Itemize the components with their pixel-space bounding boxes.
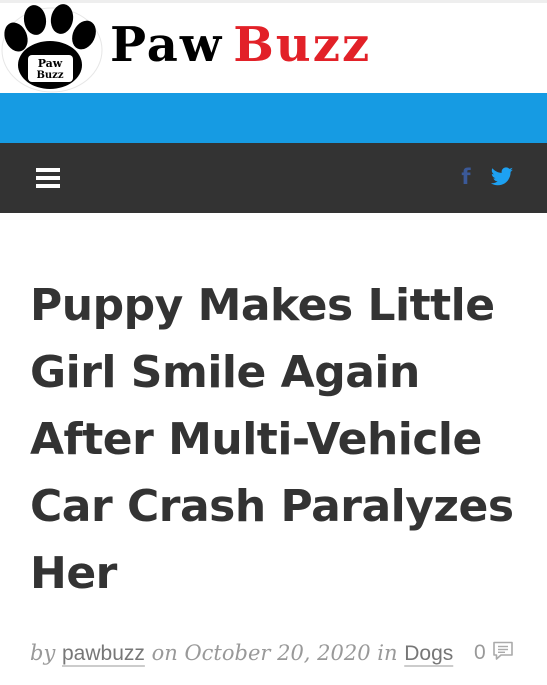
hamburger-menu-icon[interactable] xyxy=(36,168,60,188)
byline-in: in xyxy=(377,641,398,665)
comments-link[interactable]: 0 xyxy=(474,636,514,670)
article-title: Puppy Makes Little Girl Smile Again Afte… xyxy=(30,280,514,599)
menu-bar xyxy=(36,184,60,188)
site-header: Paw Buzz Paw Buzz xyxy=(0,3,547,93)
logo-badge-text-2: Buzz xyxy=(36,70,63,81)
blue-banner-band xyxy=(0,93,547,143)
publish-date: October 20, 2020 xyxy=(184,641,371,665)
comment-count: 0 xyxy=(474,641,486,664)
comment-bubble-icon xyxy=(492,642,513,661)
facebook-icon[interactable]: f xyxy=(458,163,474,191)
category-link[interactable]: Dogs xyxy=(404,642,453,665)
wordmark-buzz: Buzz xyxy=(233,17,372,73)
menu-bar xyxy=(36,176,60,180)
article-byline: by pawbuzz on October 20, 2020 in Dogs xyxy=(30,636,530,670)
page: Paw Buzz Paw Buzz f Puppy Makes Little Gi… xyxy=(0,0,547,685)
byline-by: by xyxy=(30,641,56,665)
paw-logo-icon: Paw Buzz xyxy=(1,4,103,93)
site-logo-link[interactable]: Paw Buzz Paw Buzz xyxy=(0,3,430,93)
author-link[interactable]: pawbuzz xyxy=(62,642,145,665)
wordmark-paw: Paw xyxy=(110,17,224,73)
logo-badge-text-1: Paw xyxy=(38,57,63,70)
site-wordmark: Paw Buzz xyxy=(110,15,371,75)
twitter-icon xyxy=(490,167,513,186)
menu-bar xyxy=(36,168,60,172)
byline-on: on xyxy=(151,641,178,665)
